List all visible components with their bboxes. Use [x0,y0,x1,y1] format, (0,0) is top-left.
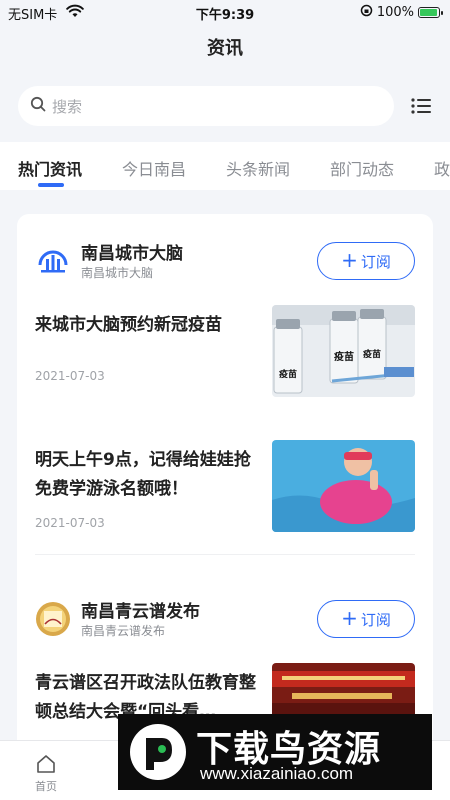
article-title: 明天上午9点，记得给娃娃抢免费学游泳名额哦！ [35,450,251,499]
vaccine-label: 疫苗 [363,348,381,360]
tabbar-home-label: 首页 [35,780,57,793]
city-brain-logo-icon [35,243,71,279]
tab-headlines[interactable]: 头条新闻 [226,156,290,180]
channel-subtitle: 南昌青云谱发布 [81,624,166,638]
status-bar: 无SIM卡 下午9:39 100% [0,0,450,24]
plus-icon: + [341,606,358,630]
search-placeholder: 搜索 [52,97,83,116]
qingyunpu-logo-icon [35,601,71,637]
article-item[interactable]: 来城市大脑预约新冠疫苗 2021-07-03 疫苗 疫苗 疫苗 [35,305,415,399]
subscribe-label: 订阅 [360,610,391,629]
vaccine-label: 疫苗 [279,368,297,380]
subscribe-button[interactable]: + 订阅 [317,600,415,638]
home-icon [16,753,76,775]
tabbar-home[interactable]: 首页 [16,753,76,794]
channel-subtitle: 南昌城市大脑 [81,266,154,280]
article-date: 2021-07-03 [35,516,105,530]
article-title: 来城市大脑预约新冠疫苗 [35,315,222,335]
page-title: 资讯 [207,38,243,59]
list-icon[interactable] [410,95,432,117]
watermark-url: www.xiazainiao.com [200,764,354,783]
channel-header[interactable]: 南昌青云谱发布 南昌青云谱发布 + 订阅 [35,596,415,646]
divider [35,554,415,555]
channel-name: 南昌青云谱发布 [81,602,200,622]
news-card: 南昌城市大脑 南昌城市大脑 + 订阅 来城市大脑预约新冠疫苗 2021-07-0… [17,214,433,754]
swimming-thumbnail [272,440,415,532]
battery-charging-icon [418,7,443,18]
subscribe-label: 订阅 [360,252,391,271]
subscribe-button[interactable]: + 订阅 [317,242,415,280]
channel-name: 南昌城市大脑 [81,244,183,264]
vaccine-thumbnail: 疫苗 疫苗 疫苗 [272,305,415,397]
orientation-lock-icon [360,4,373,21]
channel-header[interactable]: 南昌城市大脑 南昌城市大脑 + 订阅 [35,238,415,288]
battery-fill [420,9,437,16]
search-input[interactable]: 搜索 [18,86,394,126]
tab-hot-news[interactable]: 热门资讯 [18,156,82,180]
tab-department-news[interactable]: 部门动态 [330,156,394,180]
article-date: 2021-07-03 [35,369,105,383]
battery-percent: 100% [376,5,414,20]
vaccine-label: 疫苗 [334,350,354,363]
bird-logo-icon [128,722,188,782]
tab-politics[interactable]: 政 [434,156,450,180]
plus-icon: + [341,248,358,272]
search-icon [30,96,46,116]
tab-indicator [38,183,64,187]
search-row: 搜索 [18,86,432,126]
tab-today-nanchang[interactable]: 今日南昌 [122,156,186,180]
category-tabs: 热门资讯 今日南昌 头条新闻 部门动态 政 [0,142,450,190]
watermark-banner: 下载鸟资源 www.xiazainiao.com [118,714,432,790]
article-item[interactable]: 明天上午9点，记得给娃娃抢免费学游泳名额哦！ 2021-07-03 [35,440,415,534]
